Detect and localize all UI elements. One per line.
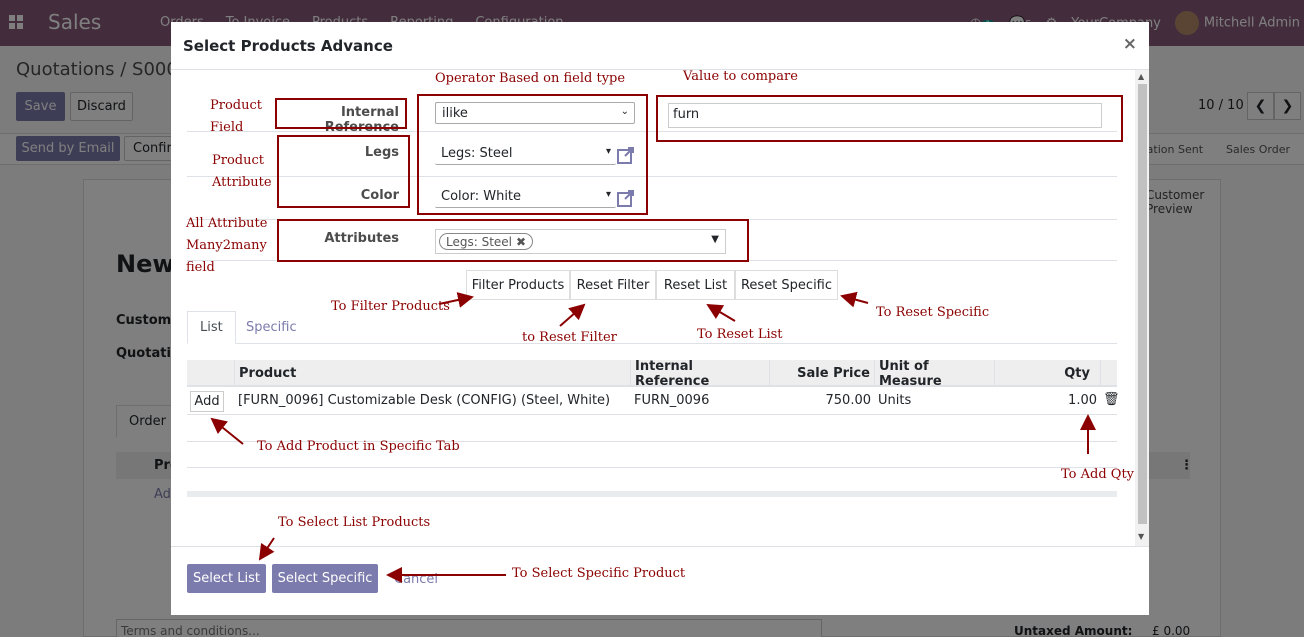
arrow-to-reset-list — [706, 303, 736, 322]
arrow-to-reset-filter — [559, 303, 586, 327]
annotation-arrows — [210, 291, 1096, 583]
arrow-to-add-product — [210, 417, 244, 445]
arrow-to-reset-specific — [840, 291, 869, 308]
arrow-to-select-list — [258, 537, 275, 561]
arrow-to-filter — [438, 292, 474, 308]
